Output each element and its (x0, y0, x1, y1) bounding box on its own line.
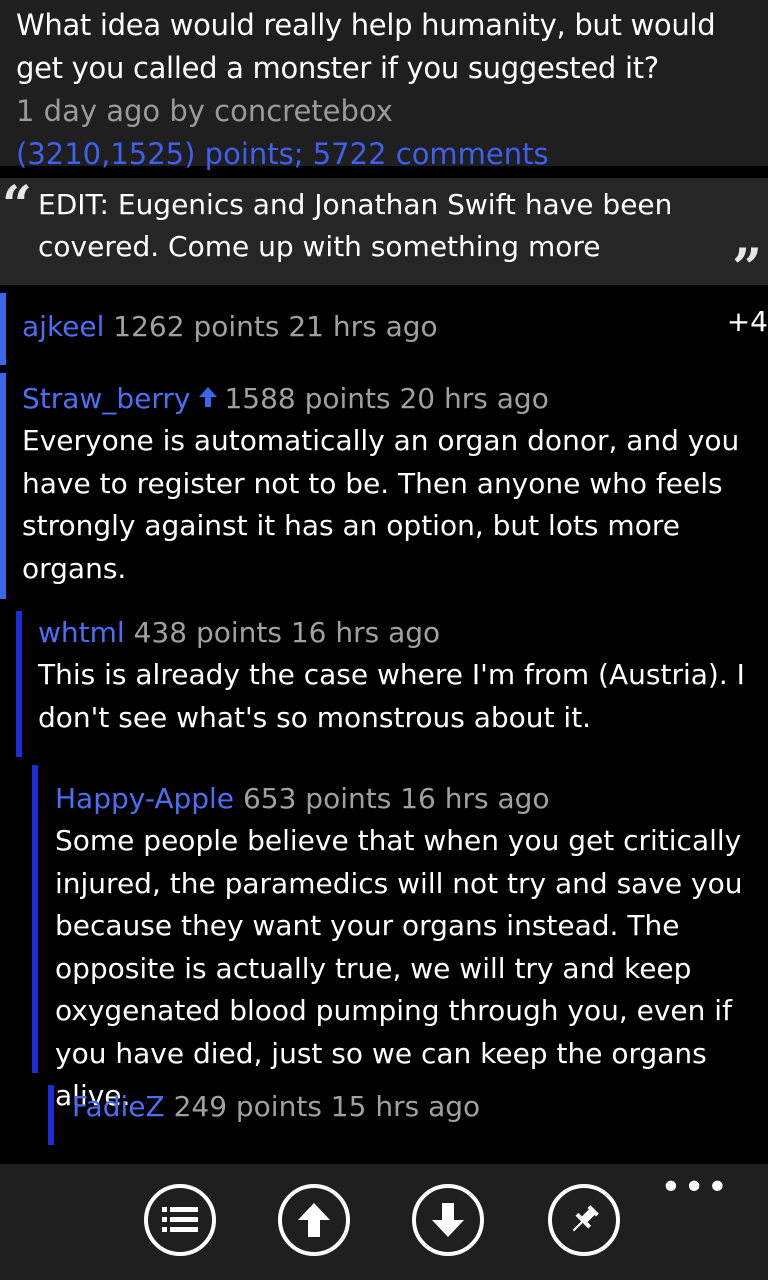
upvoted-arrow-icon (198, 377, 218, 420)
comment-text: Some people believe that when you get cr… (55, 824, 743, 1112)
upvote-button[interactable] (278, 1184, 350, 1256)
comment-header: ajkeel 1262 points 21 hrs ago (22, 305, 768, 348)
comment-points-time: 1588 points 20 hrs ago (224, 382, 549, 415)
list-icon (160, 1202, 200, 1238)
more-options-button[interactable]: ••• (660, 1170, 730, 1206)
comment-points-time: 249 points 15 hrs ago (173, 1090, 481, 1123)
comment-points-time: 653 points 16 hrs ago (242, 782, 550, 815)
comment-author[interactable]: whtml (38, 616, 125, 649)
comment-points-time: 438 points 16 hrs ago (133, 616, 441, 649)
post-header[interactable]: What idea would really help humanity, bu… (0, 0, 768, 171)
pin-icon (566, 1202, 602, 1238)
comment-depth-bar (32, 765, 38, 1073)
application-bar: ••• (0, 1164, 768, 1280)
comment-collapsed[interactable]: ajkeel 1262 points 21 hrs ago +4 (0, 293, 768, 365)
comment-depth-bar (48, 1085, 54, 1145)
expand-replies-button[interactable]: +4 (727, 305, 768, 338)
comment-text: Everyone is automatically an organ donor… (22, 424, 740, 585)
reddit-thread-page: What idea would really help humanity, bu… (0, 0, 768, 1280)
downvote-icon (430, 1201, 466, 1239)
comment-author[interactable]: Happy-Apple (55, 782, 234, 815)
comment-depth-bar (0, 373, 6, 599)
comment-points-time: 1262 points 21 hrs ago (113, 310, 438, 343)
open-quote-icon: “ (2, 175, 32, 236)
comment-header: Straw_berry 1588 points 20 hrs ago (22, 377, 748, 420)
comment-reply[interactable]: whtml 438 points 16 hrs ago This is alre… (0, 611, 768, 757)
post-stats-link[interactable]: (3210,1525) points; 5722 comments (16, 133, 752, 176)
comment-header: whtml 438 points 16 hrs ago (38, 611, 748, 654)
comment-header: FadieZ 249 points 15 hrs ago (72, 1085, 748, 1128)
comment-list: ajkeel 1262 points 21 hrs ago +4 Straw_b… (0, 293, 768, 1145)
comment[interactable]: Straw_berry 1588 points 20 hrs ago Everyo… (0, 373, 768, 599)
upvote-icon (296, 1201, 332, 1239)
comment-depth-bar (0, 293, 6, 365)
selftext-body: EDIT: Eugenics and Jonathan Swift have b… (38, 188, 673, 263)
comment-author[interactable]: ajkeel (22, 310, 104, 343)
comments-list-button[interactable] (144, 1184, 216, 1256)
comment-reply[interactable]: Happy-Apple 653 points 16 hrs ago Some p… (0, 765, 768, 1112)
downvote-button[interactable] (412, 1184, 484, 1256)
comment-header: Happy-Apple 653 points 16 hrs ago (55, 777, 748, 820)
close-quote-icon: ” (732, 238, 762, 299)
post-meta: 1 day ago by concretebox (16, 94, 393, 128)
comment-reply[interactable]: FadieZ 249 points 15 hrs ago (0, 1085, 768, 1145)
post-title: What idea would really help humanity, bu… (16, 8, 716, 85)
comment-depth-bar (16, 611, 22, 757)
pin-button[interactable] (548, 1184, 620, 1256)
comment-author[interactable]: Straw_berry (22, 382, 190, 415)
post-selftext: “ EDIT: Eugenics and Jonathan Swift have… (0, 175, 768, 295)
comment-text: This is already the case where I'm from … (38, 658, 745, 734)
comment-author[interactable]: FadieZ (72, 1090, 165, 1123)
